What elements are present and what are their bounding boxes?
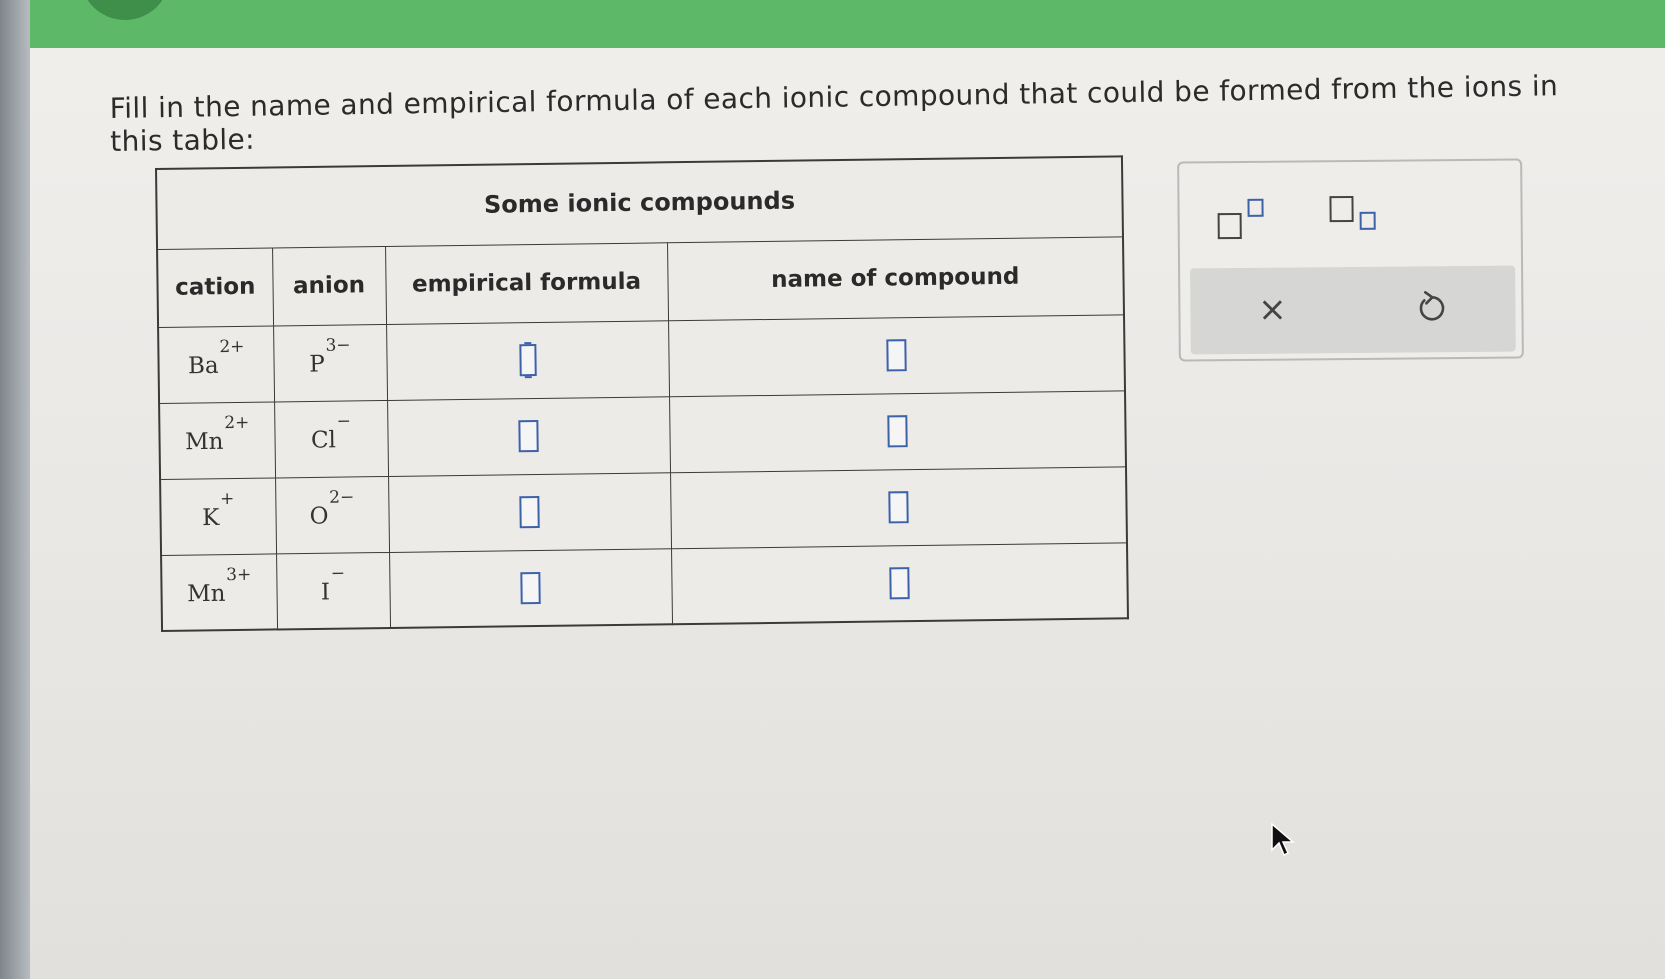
- cation-ion: Ba2+: [187, 337, 245, 380]
- formula-cell: [388, 472, 672, 552]
- anion-cell: P3−: [273, 323, 388, 402]
- ion-symbol: P: [309, 351, 325, 378]
- ion-charge: +: [219, 489, 235, 510]
- name-cell: [668, 314, 1125, 397]
- mouse-cursor-icon: [1270, 822, 1296, 858]
- cation-cell: Mn3+: [161, 553, 278, 631]
- anion-cell: O2−: [275, 475, 390, 554]
- anion-ion: I−: [320, 563, 346, 606]
- name-input[interactable]: [888, 491, 909, 524]
- ion-charge: 2+: [219, 337, 245, 358]
- cation-ion: K+: [201, 489, 235, 532]
- ion-charge: −: [330, 563, 346, 584]
- name-input[interactable]: [887, 415, 908, 448]
- cation-cell: K+: [160, 477, 277, 555]
- formula-input[interactable]: [520, 571, 541, 604]
- anion-ion: Cl−: [310, 412, 352, 454]
- cation-cell: Mn2+: [159, 401, 276, 479]
- formula-cell: [387, 396, 671, 476]
- name-cell: [669, 390, 1126, 473]
- left-bezel: [0, 0, 30, 979]
- tool-row-actions: ×: [1190, 265, 1516, 355]
- ion-symbol: Mn: [186, 580, 226, 608]
- cation-cell: Ba2+: [158, 325, 275, 403]
- formula-input[interactable]: [519, 495, 540, 529]
- clear-icon[interactable]: ×: [1250, 287, 1294, 331]
- undo-icon[interactable]: [1410, 286, 1454, 330]
- anion-ion: O2−: [309, 488, 354, 530]
- question-prompt: Fill in the name and empirical formula o…: [109, 69, 1559, 158]
- ion-charge: 2−: [329, 487, 355, 508]
- tool-row-format: [1179, 161, 1521, 269]
- formula-cell: [386, 320, 670, 400]
- header-empirical-formula: empirical formula: [385, 242, 669, 324]
- anion-cell: I−: [276, 551, 391, 630]
- ion-charge: −: [336, 411, 352, 432]
- screen: Fill in the name and empirical formula o…: [30, 0, 1665, 979]
- formula-input[interactable]: [518, 344, 537, 377]
- ion-charge: 2+: [224, 412, 250, 434]
- name-input[interactable]: [889, 566, 910, 600]
- header-name-of-compound: name of compound: [667, 236, 1124, 321]
- base-box: [1329, 195, 1354, 223]
- ion-symbol: K: [201, 505, 220, 532]
- formula-tool-panel: ×: [1177, 158, 1524, 362]
- ion-charge: 3+: [226, 564, 252, 586]
- header-anion: anion: [272, 245, 387, 326]
- top-header-bar: [30, 0, 1665, 48]
- base-box: [1217, 212, 1242, 240]
- anion-cell: Cl−: [274, 399, 389, 478]
- superscript-box-icon[interactable]: [1217, 198, 1265, 243]
- table-caption: Some ionic compounds: [156, 156, 1123, 249]
- ion-symbol: Cl: [310, 427, 337, 454]
- name-input[interactable]: [886, 339, 907, 372]
- superscript-box: [1247, 198, 1264, 217]
- cation-ion: Mn2+: [184, 413, 250, 456]
- name-cell: [671, 542, 1128, 625]
- subscript-box-icon[interactable]: [1329, 195, 1379, 240]
- ion-symbol: I: [320, 579, 331, 606]
- ion-symbol: Mn: [184, 428, 224, 456]
- anion-ion: P3−: [309, 336, 351, 378]
- ionic-compounds-table-wrap: Some ionic compounds cation anion empiri…: [155, 155, 1129, 632]
- ion-symbol: Ba: [187, 353, 219, 380]
- cation-ion: Mn3+: [186, 565, 252, 608]
- formula-cell: [389, 548, 673, 628]
- name-cell: [670, 466, 1127, 549]
- ion-symbol: O: [309, 503, 329, 530]
- header-avatar[interactable]: [80, 0, 170, 20]
- formula-input[interactable]: [518, 420, 539, 453]
- ion-charge: 3−: [325, 335, 351, 356]
- table-row: Mn2+ Cl−: [159, 390, 1126, 479]
- table-row: K+ O2−: [160, 466, 1127, 555]
- ionic-compounds-table: Some ionic compounds cation anion empiri…: [155, 155, 1129, 632]
- header-cation: cation: [157, 247, 274, 327]
- table-row: Mn3+ I−: [161, 542, 1128, 631]
- table-row: Ba2+ P3−: [158, 314, 1125, 403]
- subscript-box: [1359, 211, 1376, 230]
